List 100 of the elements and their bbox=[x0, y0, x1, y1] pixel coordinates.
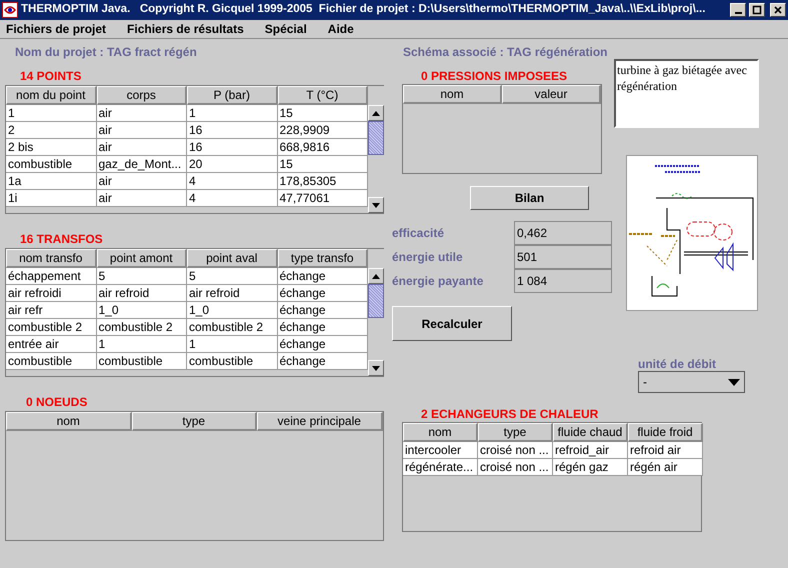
table-cell: 1 bbox=[187, 105, 278, 122]
section-title: 14 POINTS bbox=[19, 68, 82, 83]
table-cell: air bbox=[96, 122, 187, 139]
menu-item[interactable]: Spécial bbox=[264, 20, 307, 38]
table-cell: échappement bbox=[6, 268, 96, 285]
down-arrow-icon bbox=[372, 202, 380, 208]
menu-item[interactable]: Fichiers de résultats bbox=[127, 20, 244, 38]
column-header[interactable]: point amont bbox=[96, 249, 187, 268]
up-arrow-icon bbox=[372, 274, 380, 278]
label: unité de débit bbox=[638, 356, 717, 371]
table-cell: 1_0 bbox=[96, 302, 187, 319]
column-header[interactable]: valeur bbox=[502, 85, 601, 104]
recalculer-button[interactable]: Recalculer bbox=[392, 306, 512, 341]
caret-icon bbox=[728, 378, 740, 386]
table-cell: intercooler bbox=[403, 442, 478, 459]
table-cell: air bbox=[96, 190, 187, 207]
minimize-button[interactable] bbox=[730, 3, 746, 17]
table-cell: combustible 2 bbox=[6, 319, 96, 336]
menu-item[interactable]: Aide bbox=[328, 20, 354, 38]
column-header[interactable]: nom bbox=[403, 423, 478, 442]
maximize-icon bbox=[751, 4, 763, 16]
result-label: énergie payante bbox=[391, 273, 484, 290]
table-cell: 5 bbox=[96, 268, 187, 285]
close-button[interactable] bbox=[770, 3, 786, 17]
column-header[interactable]: corps bbox=[96, 86, 187, 105]
table-cell: combustible bbox=[187, 353, 278, 370]
table-cell: combustible bbox=[6, 353, 96, 370]
table-cell: 5 bbox=[187, 268, 278, 285]
window-title: THERMOPTIM Java. Copyright R. Gicquel 1999-2005 Fichier de projet : D:\Users\thermo\THERMOPTIM_Java\..\\ExLib\proj\... bbox=[21, 2, 706, 18]
column-header[interactable]: type transfo bbox=[278, 249, 368, 268]
table-cell: air refr bbox=[6, 302, 96, 319]
table-cell: 16 bbox=[187, 122, 278, 139]
table-cell: gaz_de_Mont... bbox=[96, 156, 187, 173]
table-cell: échange bbox=[278, 268, 368, 285]
result-label: efficacité bbox=[391, 225, 446, 242]
table-cell: échange bbox=[278, 302, 368, 319]
table-cell: 668,9816 bbox=[278, 139, 368, 156]
table-cell: régén gaz bbox=[553, 459, 628, 476]
column-header[interactable]: veine principale bbox=[257, 412, 382, 431]
column-header[interactable]: T (°C) bbox=[278, 86, 368, 105]
scroll-up-button[interactable] bbox=[368, 105, 384, 121]
column-header[interactable]: fluide froid bbox=[628, 423, 703, 442]
section-title: 2 ECHANGEURS DE CHALEUR bbox=[420, 406, 600, 421]
table-cell: 1i bbox=[6, 190, 96, 207]
section-title: 16 TRANSFOS bbox=[19, 231, 104, 246]
flow-unit-dropdown[interactable]: - bbox=[638, 371, 745, 393]
table-cell: combustible 2 bbox=[187, 319, 278, 336]
table-cell: 178,85305 bbox=[278, 173, 368, 190]
table-cell: 15 bbox=[278, 156, 368, 173]
column-header[interactable]: P (bar) bbox=[187, 86, 278, 105]
table-cell: 47,77061 bbox=[278, 190, 368, 207]
result-label: énergie utile bbox=[391, 249, 464, 266]
scroll-up-button[interactable] bbox=[368, 268, 384, 284]
scroll-thumb[interactable] bbox=[368, 121, 384, 155]
table-cell: entrée air bbox=[6, 336, 96, 353]
description-box: turbine à gaz biétagée avec régénération bbox=[614, 59, 759, 128]
table-cell: échange bbox=[278, 336, 368, 353]
table-cell: 228,9909 bbox=[278, 122, 368, 139]
table-cell: air refroid bbox=[96, 285, 187, 302]
bilan-button[interactable]: Bilan bbox=[470, 186, 589, 210]
table-cell: 1_0 bbox=[187, 302, 278, 319]
label: Nom du projet : TAG fract régén bbox=[14, 44, 198, 61]
column-header[interactable]: type bbox=[478, 423, 553, 442]
result-value: 501 bbox=[514, 245, 612, 269]
table-cell: air refroid bbox=[187, 285, 278, 302]
table-cell: 2 bis bbox=[6, 139, 96, 156]
maximize-button[interactable] bbox=[749, 3, 765, 17]
table-cell: combustible 2 bbox=[96, 319, 187, 336]
menu-item[interactable]: Fichiers de projet bbox=[6, 20, 106, 38]
column-header[interactable]: nom bbox=[6, 412, 132, 431]
table-cell: échange bbox=[278, 285, 368, 302]
column-header[interactable]: nom bbox=[403, 85, 502, 104]
scroll-down-button[interactable] bbox=[368, 197, 384, 213]
table-cell: croisé non ... bbox=[478, 442, 553, 459]
section-title: 0 PRESSIONS IMPOSEES bbox=[420, 68, 568, 83]
table-cell: 4 bbox=[187, 190, 278, 207]
table-cell: échange bbox=[278, 353, 368, 370]
table-cell: refroid air bbox=[628, 442, 703, 459]
table-cell: 2 bbox=[6, 122, 96, 139]
up-arrow-icon bbox=[372, 110, 380, 116]
result-value: 1 084 bbox=[514, 269, 612, 293]
table-cell: 1 bbox=[187, 336, 278, 353]
table-cell: combustible bbox=[96, 353, 187, 370]
scroll-thumb[interactable] bbox=[368, 284, 384, 318]
minimize-icon bbox=[734, 12, 742, 14]
table-cell: air bbox=[96, 105, 187, 122]
section-title: 0 NOEUDS bbox=[25, 394, 88, 409]
table-cell: 1 bbox=[6, 105, 96, 122]
column-header[interactable]: type bbox=[132, 412, 257, 431]
table-cell: 20 bbox=[187, 156, 278, 173]
table-cell: 15 bbox=[278, 105, 368, 122]
table-cell: 16 bbox=[187, 139, 278, 156]
column-header[interactable]: fluide chaud bbox=[553, 423, 628, 442]
down-arrow-icon bbox=[372, 366, 380, 370]
table-cell: 1 bbox=[96, 336, 187, 353]
column-header[interactable]: nom transfo bbox=[6, 249, 96, 268]
table-cell: échange bbox=[278, 319, 368, 336]
scroll-down-button[interactable] bbox=[368, 360, 384, 376]
column-header[interactable]: nom du point bbox=[6, 86, 96, 105]
column-header[interactable]: point aval bbox=[187, 249, 278, 268]
